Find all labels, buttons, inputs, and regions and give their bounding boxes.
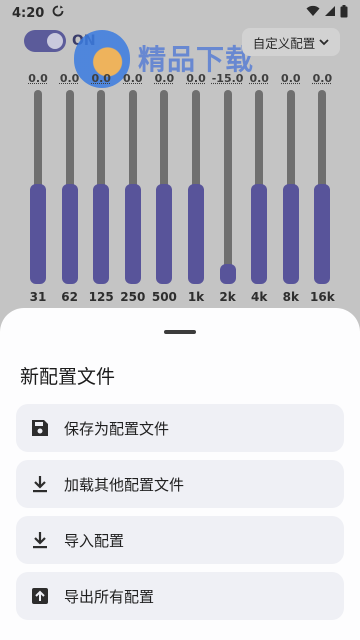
band-frequency-label: 2k: [219, 290, 236, 304]
band-value-label: 0.0: [59, 72, 80, 85]
wifi-icon: [306, 5, 320, 21]
slider-fill[interactable]: [30, 184, 46, 284]
signal-icon: [324, 5, 336, 21]
band-frequency-label: 16k: [310, 290, 335, 304]
chevron-down-icon: [319, 36, 329, 49]
band-frequency-label: 125: [88, 290, 114, 304]
eq-band-16k[interactable]: 0.0 16k: [306, 70, 338, 306]
band-frequency-label: 250: [120, 290, 146, 304]
download-icon: [16, 460, 64, 508]
band-frequency-label: 1k: [187, 290, 205, 304]
item-label: 加载其他配置文件: [64, 475, 185, 494]
eq-band-1k[interactable]: 0.0 1k: [180, 70, 212, 306]
eq-band-500[interactable]: 0.0 500: [148, 70, 180, 306]
band-frequency-label: 31: [29, 290, 47, 304]
sync-icon: [52, 5, 64, 21]
eq-band-250[interactable]: 0.0 250: [117, 70, 149, 306]
eq-band-31[interactable]: 0.0 31: [22, 70, 54, 306]
eq-band-62[interactable]: 0.0 62: [54, 70, 86, 306]
eq-band-125[interactable]: 0.0 125: [85, 70, 117, 306]
slider-track[interactable]: [223, 90, 232, 284]
band-value-label: 0.0: [28, 72, 48, 85]
slider-fill[interactable]: [219, 264, 236, 284]
band-value-label: 0.0: [312, 72, 333, 85]
battery-icon: [340, 4, 348, 22]
slider-fill[interactable]: [93, 184, 110, 284]
item-label: 保存为配置文件: [64, 419, 170, 438]
band-value-label: 0.0: [249, 72, 269, 85]
status-bar: 4:20: [0, 0, 360, 26]
band-frequency-label: 500: [151, 290, 177, 304]
band-frequency-label: 8k: [282, 290, 299, 304]
status-time: 4:20: [12, 5, 45, 21]
toggle-knob: [47, 33, 63, 49]
eq-toggle-switch[interactable]: [24, 30, 66, 52]
band-frequency-label: 62: [61, 290, 78, 304]
band-frequency-label: 4k: [251, 290, 268, 304]
save-icon: [16, 404, 64, 452]
slider-fill[interactable]: [282, 184, 299, 284]
band-value-label: 0.0: [281, 72, 301, 85]
sheet-drag-handle[interactable]: [164, 330, 196, 334]
item-label: 导出所有配置: [64, 587, 155, 606]
eq-band-4k[interactable]: 0.0 4k: [243, 70, 275, 306]
sheet-title: 新配置文件: [20, 366, 116, 388]
upload-icon: [16, 572, 64, 620]
slider-fill[interactable]: [314, 184, 331, 284]
preset-dropdown[interactable]: 自定义配置: [242, 28, 340, 56]
import-profile-button[interactable]: 导入配置: [16, 516, 344, 564]
item-label: 导入配置: [64, 531, 125, 550]
slider-fill[interactable]: [61, 184, 78, 284]
equalizer: 0.0 31 0.0 62 0.0 125 0.0 250 0.0 500 0.0 1k -15.0 2k…: [0, 70, 360, 310]
slider-fill[interactable]: [124, 184, 141, 284]
save-as-profile-button[interactable]: 保存为配置文件: [16, 404, 344, 452]
band-value-label: 0.0: [91, 72, 111, 85]
slider-fill[interactable]: [188, 184, 204, 284]
load-other-profile-button[interactable]: 加载其他配置文件: [16, 460, 344, 508]
eq-band-2k[interactable]: -15.0 2k: [212, 70, 244, 306]
band-value-label: 0.0: [186, 72, 206, 85]
download-icon: [16, 516, 64, 564]
slider-fill[interactable]: [251, 184, 268, 284]
band-value-label: 0.0: [154, 72, 175, 85]
bottom-sheet: 新配置文件 保存为配置文件 加载其他配置文件 导入配置 导出所有配置: [0, 308, 360, 640]
slider-fill[interactable]: [156, 184, 173, 284]
band-value-label: 0.0: [123, 72, 143, 85]
export-all-profiles-button[interactable]: 导出所有配置: [16, 572, 344, 620]
eq-band-8k[interactable]: 0.0 8k: [275, 70, 307, 306]
band-value-label: -15.0: [211, 72, 244, 85]
preset-label: 自定义配置: [252, 35, 316, 51]
